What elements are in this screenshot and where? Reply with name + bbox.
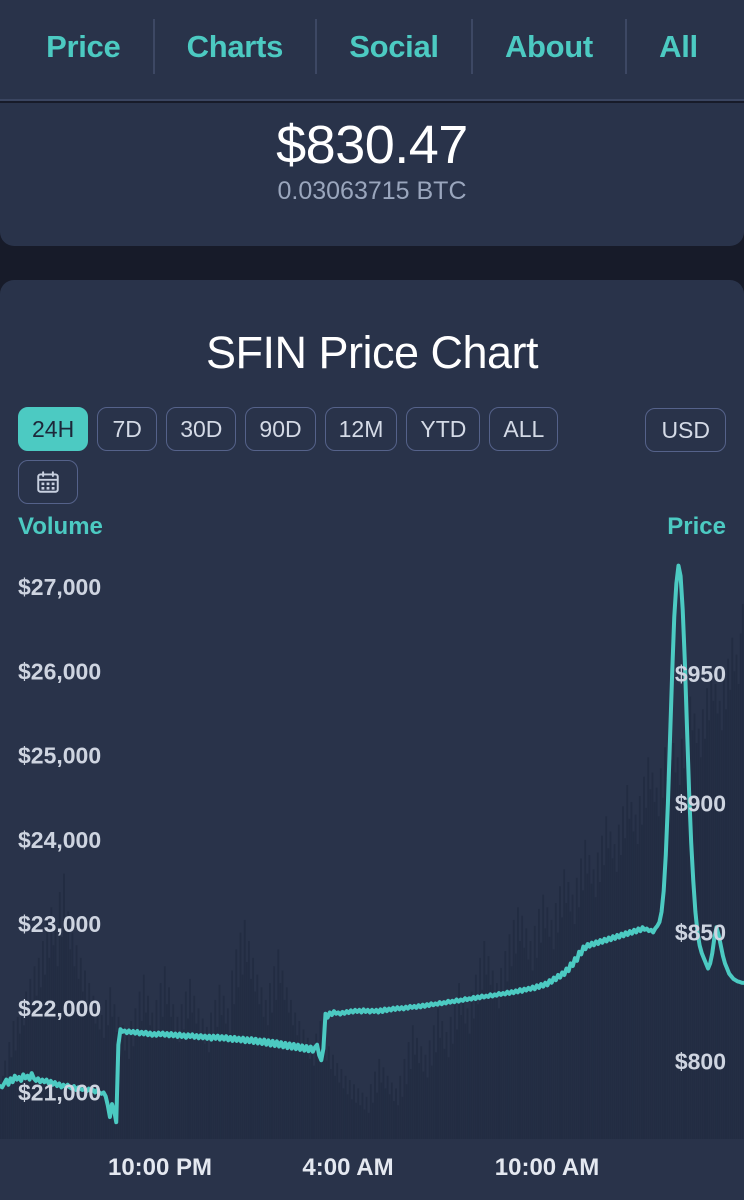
btc-price: 0.03063715 BTC: [277, 177, 467, 206]
x-axis: 10:00 PM 4:00 AM 10:00 AM: [0, 1139, 744, 1197]
left-tick-label: $26,000: [18, 658, 101, 684]
range-button-ytd[interactable]: YTD: [406, 407, 481, 451]
price-header-card: $830.47 0.03063715 BTC: [0, 103, 744, 246]
price-chart-card: SFIN Price Chart 24H 7D 30D 90D 12M YTD …: [0, 280, 744, 1200]
x-tick-label: 10:00 PM: [107, 1154, 213, 1181]
calendar-button[interactable]: [18, 460, 78, 504]
current-price: $830.47: [276, 115, 468, 175]
range-button-90d[interactable]: 90D: [245, 407, 316, 451]
range-selector: 24H 7D 30D 90D 12M YTD ALL: [18, 407, 559, 451]
top-nav: Price Charts Social About All: [0, 0, 744, 101]
nav-item-all[interactable]: All: [627, 29, 730, 65]
left-tick-label: $23,000: [18, 911, 101, 937]
volume-bars: [0, 603, 744, 1139]
right-tick-label: $850: [675, 919, 726, 945]
left-axis-title: Volume: [18, 513, 103, 540]
range-button-30d[interactable]: 30D: [166, 407, 237, 451]
right-tick-label: $950: [675, 661, 726, 687]
nav-item-about[interactable]: About: [473, 29, 625, 65]
nav-item-price[interactable]: Price: [14, 29, 153, 65]
left-tick-label: $22,000: [18, 995, 101, 1021]
axis-titles: Volume Price: [0, 513, 744, 541]
chart-title: SFIN Price Chart: [205, 327, 539, 378]
right-axis-title: Price: [667, 513, 726, 540]
right-tick-label: $900: [675, 790, 726, 816]
range-button-all[interactable]: ALL: [489, 407, 559, 451]
nav-item-charts[interactable]: Charts: [155, 29, 316, 65]
calendar-icon: [37, 471, 59, 493]
app-page: Price Charts Social About All $830.47 0.…: [0, 0, 744, 1200]
left-tick-label: $24,000: [18, 827, 101, 853]
range-button-24h[interactable]: 24H: [18, 407, 89, 451]
chart-controls: 24H 7D 30D 90D 12M YTD ALL USD: [0, 407, 744, 504]
range-button-12m[interactable]: 12M: [324, 407, 398, 451]
range-button-7d[interactable]: 7D: [97, 407, 158, 451]
x-tick-label: 4:00 AM: [302, 1154, 394, 1181]
chart-plot-area[interactable]: $27,000 $26,000 $25,000 $24,000 $23,000 $22,0…: [0, 545, 744, 1139]
right-tick-label: $800: [675, 1049, 726, 1075]
left-tick-label: $25,000: [18, 743, 101, 769]
price-volume-chart: $27,000 $26,000 $25,000 $24,000 $23,000 $22,0…: [0, 563, 744, 1139]
left-tick-label: $27,000: [18, 574, 101, 600]
currency-selector[interactable]: USD: [645, 408, 726, 452]
nav-item-social[interactable]: Social: [317, 29, 471, 65]
x-tick-label: 10:00 AM: [494, 1154, 600, 1181]
left-tick-label: $21,000: [18, 1080, 101, 1106]
